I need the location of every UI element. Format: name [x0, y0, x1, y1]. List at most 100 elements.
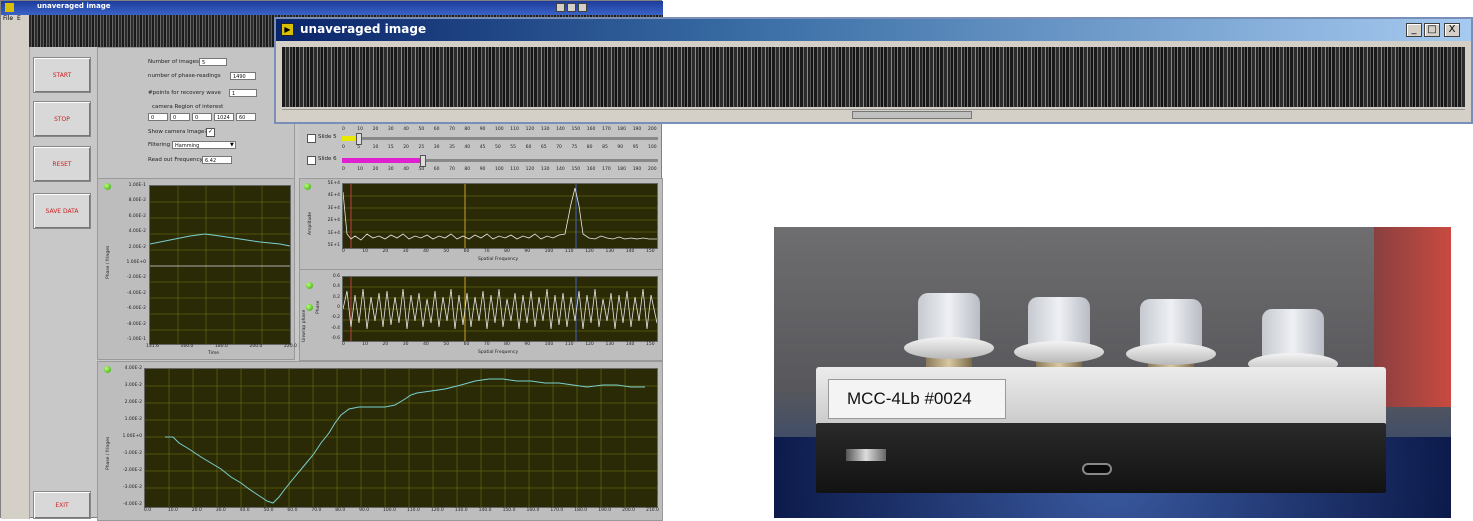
slide6-tick: 180: [617, 167, 626, 172]
stop-button[interactable]: STOP: [33, 101, 91, 137]
roi-input-4[interactable]: 1024: [214, 113, 234, 121]
phase-plot-area[interactable]: [149, 185, 291, 345]
roi-input-1[interactable]: 0: [148, 113, 168, 121]
phase-y-tick: -8.00E-2: [127, 321, 146, 327]
slide6-tick: 170: [602, 167, 611, 172]
slide6-tick: 80: [464, 167, 471, 172]
exit-button[interactable]: EXIT: [33, 491, 91, 519]
show-camera-checkbox[interactable]: ✓: [206, 128, 215, 137]
amplitude-plot-area[interactable]: [342, 183, 658, 249]
slide6-tick: 20: [372, 167, 379, 172]
slide5-sub-tick: 45: [479, 145, 486, 150]
maximize-button[interactable]: [567, 3, 576, 12]
readout-input[interactable]: 6.42: [202, 156, 232, 164]
slide5-tick: 40: [403, 127, 409, 132]
slide5-sub-tick: 25: [418, 145, 425, 150]
amp-x-tick: 150: [646, 249, 655, 254]
amp-x-tick: 0: [342, 249, 345, 254]
slide5-tick: 160: [586, 127, 596, 132]
slide5-fill: [342, 136, 356, 141]
slide6-tick: 160: [586, 167, 596, 172]
recovery-input[interactable]: 1: [229, 89, 257, 97]
filtering-select[interactable]: Hamming: [172, 141, 236, 149]
bottom-x-tick: 40.0: [239, 508, 250, 513]
slide6-handle[interactable]: [420, 155, 426, 167]
unaveraged-title: unaveraged image: [300, 22, 427, 36]
phase-readings-input[interactable]: 1490: [230, 72, 256, 80]
slide5-sub-tick: 15: [387, 145, 394, 150]
amplitude-ylabel: Amplitude: [308, 211, 313, 235]
unaveraged-title-bar[interactable]: ▶ unaveraged image _ □ X: [276, 19, 1471, 41]
slide6-tick: 100: [495, 167, 504, 172]
slide6-tick: 140: [556, 167, 565, 172]
unwrap-xlabel: Spatial Frequency: [478, 350, 519, 355]
slide5-sub-tick: 50: [495, 145, 501, 150]
device-label: MCC-4Lb #0024: [828, 379, 1006, 419]
start-button[interactable]: START: [33, 57, 91, 93]
unwrap-plot-area[interactable]: [342, 276, 658, 342]
minimize-button[interactable]: [556, 3, 565, 12]
slider-panel: Slide 5 0 10 20 30 40 50 60 70 80 90 100 110 120 130 1…: [299, 121, 661, 177]
close-button[interactable]: X: [1444, 23, 1460, 37]
roi-input-3[interactable]: 0: [192, 113, 212, 121]
phase-x-tick: 200.0: [249, 344, 263, 349]
slide5-tick: 20: [372, 127, 379, 132]
slide5-tick: 200: [648, 127, 657, 132]
unwrap-x-tick: 90: [524, 342, 531, 347]
slide5-track[interactable]: [342, 137, 658, 140]
scrollbar-thumb[interactable]: [852, 111, 972, 119]
amplitude-plot-svg: [343, 184, 657, 248]
bottom-x-tick: 90.0: [359, 508, 370, 513]
slide5-tick: 100: [495, 127, 504, 132]
recovery-label: #points for recovery wave: [148, 90, 221, 96]
bottom-x-tick: 50.0: [263, 508, 274, 513]
slide5-sub-tick: 20: [403, 145, 409, 150]
slide5-tick: 50: [418, 127, 425, 132]
bottom-x-tick: 160.0: [526, 508, 540, 513]
slide6-checkbox[interactable]: [307, 156, 316, 165]
bottom-y-tick: -2.00E-2: [123, 468, 142, 473]
slide5-tick: 10: [357, 127, 364, 132]
close-button[interactable]: [578, 3, 587, 12]
horizontal-scrollbar[interactable]: [282, 109, 1465, 120]
device-photo: MCC-4Lb #0024: [774, 227, 1451, 518]
device-led: [846, 449, 886, 461]
labview-title-bar[interactable]: unaveraged image: [1, 1, 663, 15]
phase-plot-panel: 100 Phase / fringes 1.00E-18.00E-26.00E-…: [97, 178, 311, 360]
labview-title: unaveraged image: [37, 2, 111, 10]
unwrap-plot-svg: [343, 277, 657, 341]
num-images-input[interactable]: 5: [199, 58, 227, 66]
slide5-tick: 120: [525, 127, 535, 132]
amplitude-xlabel: Spatial Frequency: [478, 257, 519, 262]
menu-file[interactable]: File: [3, 15, 13, 22]
amplitude-xticks: 0 10 20 30 40 50 60 70 80 90 100 110 120 130 140 150: [342, 249, 656, 255]
roi-input-2[interactable]: 0: [170, 113, 190, 121]
save-data-button[interactable]: SAVE DATA: [33, 193, 91, 229]
chevron-down-icon[interactable]: ▼: [230, 142, 234, 148]
settings-panel: Number of images averaged 5 number of ph…: [97, 47, 295, 179]
slide5-handle[interactable]: [356, 133, 362, 145]
amp-y-tick: 5E+4: [327, 181, 340, 186]
bottom-x-tick: 170.0: [550, 508, 564, 513]
unwrap-y-tick: 0.4: [332, 284, 340, 290]
bottom-plot-area[interactable]: [144, 368, 658, 508]
roi-label: camera Region of interest: [152, 104, 224, 110]
reset-button[interactable]: RESET: [33, 146, 91, 182]
slide5-sub-tick: 85: [602, 145, 608, 150]
amp-x-tick: 140: [625, 249, 635, 254]
minimize-button[interactable]: _: [1406, 23, 1422, 37]
menu-edit[interactable]: E: [17, 15, 21, 22]
amp-x-tick: 90: [524, 249, 531, 254]
slide6-tick: 60: [433, 167, 440, 172]
slide6-tick: 130: [540, 167, 550, 172]
amp-x-tick: 70: [483, 249, 490, 254]
slide5-sub-tick: 0: [342, 145, 345, 150]
slide5-tick: 30: [387, 127, 394, 132]
roi-input-5[interactable]: 60: [236, 113, 256, 121]
unwrap-x-tick: 70: [483, 342, 490, 347]
device-base: [816, 423, 1386, 493]
slide6-tick: 90: [479, 167, 486, 172]
slide5-checkbox[interactable]: [307, 134, 316, 143]
unwrap-x-tick: 120: [585, 342, 594, 347]
maximize-button[interactable]: □: [1424, 23, 1440, 37]
